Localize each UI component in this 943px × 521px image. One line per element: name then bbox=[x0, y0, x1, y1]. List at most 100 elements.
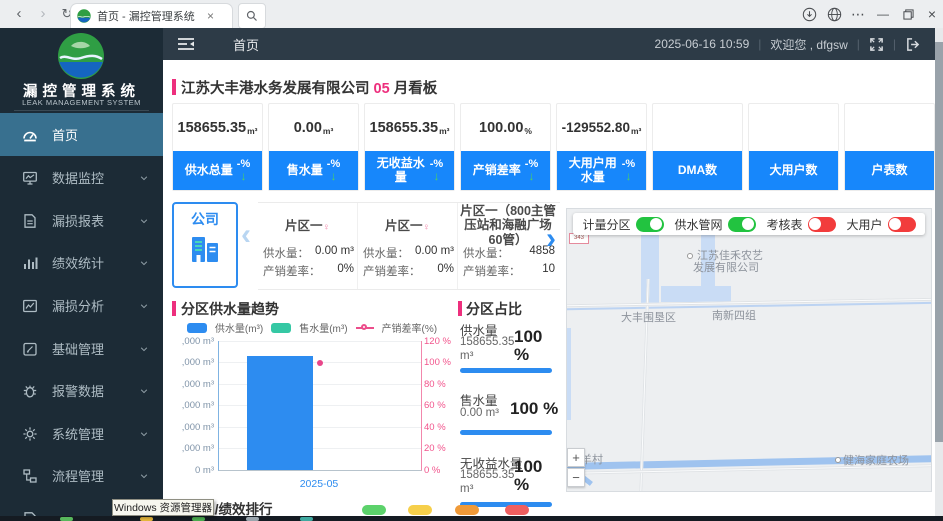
zone-supply-value: 0.00 m³ bbox=[315, 245, 354, 261]
download-icon[interactable] bbox=[797, 4, 821, 24]
taskbar-icon[interactable] bbox=[192, 517, 205, 521]
share-item-value: 158655.35 bbox=[460, 336, 514, 348]
sidebar-item-label: 报警数据 bbox=[52, 381, 104, 400]
kpi-unit: m³ bbox=[439, 126, 449, 136]
y-axis-tick: ,000 m³ bbox=[172, 422, 214, 433]
sidebar-item-label: 绩效统计 bbox=[52, 253, 104, 272]
carousel-prev-icon[interactable]: ‹ bbox=[241, 220, 251, 250]
zone-supply-label: 供水量： bbox=[463, 245, 509, 261]
zone-rate-label: 产销差率： bbox=[363, 263, 421, 279]
taskbar-icon[interactable] bbox=[300, 517, 313, 521]
kpi-card-big-user-count[interactable]: 大用户数 bbox=[748, 103, 839, 191]
y-axis-tick: ,000 m³ bbox=[172, 400, 214, 411]
topbar-page-tab[interactable]: 首页 bbox=[233, 35, 259, 54]
pin-icon: ♀ bbox=[323, 222, 331, 233]
kpi-card-supply-total[interactable]: 158655.35m³ 供水总量-%↓ bbox=[172, 103, 263, 191]
scrollbar-thumb[interactable] bbox=[935, 42, 943, 442]
sidebar-item-alarm-data[interactable]: 报警数据 bbox=[0, 369, 163, 412]
kpi-unit: % bbox=[524, 126, 532, 136]
sidebar-item-leak-analysis[interactable]: 漏损分析 bbox=[0, 284, 163, 327]
chevron-down-icon bbox=[139, 216, 149, 226]
company-card[interactable]: 公司 bbox=[172, 202, 238, 288]
zone-card[interactable]: 片区一（800主管压站和海融广场60管） 供水量：4858 产销差率：10 bbox=[458, 203, 558, 289]
sidebar-item-process-management[interactable]: 流程管理 bbox=[0, 454, 163, 497]
restore-icon[interactable] bbox=[896, 4, 920, 24]
sidebar-item-basic-management[interactable]: 基础管理 bbox=[0, 327, 163, 370]
carousel-next-icon[interactable]: › bbox=[546, 224, 556, 254]
zone-card[interactable]: 片区一♀ 供水量：0.00 m³ 产销差率：0% bbox=[358, 203, 458, 289]
zone-rate-value: 0% bbox=[437, 263, 454, 279]
zone-rate-label: 产销差率： bbox=[263, 263, 321, 279]
collapse-menu-icon[interactable] bbox=[177, 36, 195, 52]
toggle-assessment-meter[interactable]: 考核表 bbox=[766, 216, 835, 233]
toggle-switch-on[interactable] bbox=[636, 217, 664, 232]
browser-back-icon[interactable]: ‹ bbox=[8, 4, 30, 24]
legend-line-rate[interactable] bbox=[356, 327, 374, 329]
map-water bbox=[567, 328, 571, 420]
sidebar-item-data-monitor[interactable]: 数据监控 bbox=[0, 156, 163, 199]
kpi-card-sold[interactable]: 0.00m³ 售水量-%↓ bbox=[268, 103, 359, 191]
legend-swatch-sold[interactable] bbox=[271, 323, 291, 333]
x-axis-label: 2025-05 bbox=[269, 478, 369, 490]
kpi-card-big-user[interactable]: -129552.80m³ 大用户用水量-%↓ bbox=[556, 103, 647, 191]
globe-icon[interactable] bbox=[822, 4, 846, 24]
toggle-switch-on[interactable] bbox=[728, 217, 756, 232]
y2-axis-tick: 0 % bbox=[424, 465, 440, 476]
trend-bar-supply[interactable] bbox=[247, 356, 313, 470]
toggle-big-user[interactable]: 大用户 bbox=[846, 216, 915, 233]
page-scrollbar[interactable] bbox=[935, 28, 943, 521]
zone-title: 片区一 bbox=[285, 219, 323, 233]
trend-dot-rate[interactable] bbox=[317, 360, 323, 366]
kpi-card-nrw-rate[interactable]: 100.00% 产销差率-%↓ bbox=[460, 103, 551, 191]
fullscreen-icon[interactable] bbox=[869, 37, 884, 52]
building-icon bbox=[188, 233, 222, 265]
zone-supply-label: 供水量： bbox=[363, 245, 409, 261]
zone-card[interactable]: 片区一♀ 供水量：0.00 m³ 产销差率：0% bbox=[258, 203, 358, 289]
sidebar-item-system-management[interactable]: 系统管理 bbox=[0, 412, 163, 455]
taskbar[interactable] bbox=[0, 516, 943, 521]
browser-forward-icon[interactable]: › bbox=[32, 4, 54, 24]
minimize-icon[interactable]: — bbox=[871, 4, 895, 24]
map-place-label: 大丰围垦区 bbox=[621, 309, 676, 325]
sidebar-item-label: 基础管理 bbox=[52, 339, 104, 358]
taskbar-icon[interactable] bbox=[140, 517, 153, 521]
down-arrow-icon: ↓ bbox=[625, 169, 631, 183]
down-arrow-icon: ↓ bbox=[433, 169, 439, 183]
kpi-label: 大用户用水量 bbox=[568, 157, 618, 185]
toggle-switch-off[interactable] bbox=[888, 217, 916, 232]
y2-axis-tick: 60 % bbox=[424, 400, 446, 411]
kpi-row: 158655.35m³ 供水总量-%↓ 0.00m³ 售水量-%↓ 158655… bbox=[172, 103, 935, 191]
browser-tab[interactable]: 首页 - 漏控管理系统 × bbox=[70, 3, 233, 28]
taskbar-icon[interactable] bbox=[246, 517, 259, 521]
kpi-card-dma-count[interactable]: DMA数 bbox=[652, 103, 743, 191]
sidebar-item-home[interactable]: 首页 bbox=[0, 113, 163, 156]
close-icon[interactable]: × bbox=[920, 4, 943, 24]
logout-icon[interactable] bbox=[905, 37, 921, 52]
down-arrow-icon: ↓ bbox=[241, 169, 247, 183]
legend-swatch-supply[interactable] bbox=[187, 323, 207, 333]
map-panel[interactable]: 343 计量分区 供水管网 考核表 大用户 江苏佳禾农艺 发展有限公司 大丰围垦… bbox=[566, 208, 932, 492]
toggle-switch-off[interactable] bbox=[808, 217, 836, 232]
sidebar-item-performance-stats[interactable]: 绩效统计 bbox=[0, 241, 163, 284]
kpi-card-meter-count[interactable]: 户表数 bbox=[844, 103, 935, 191]
kpi-value: -129552.80 bbox=[562, 120, 630, 135]
kpi-value: 158655.35 bbox=[178, 120, 247, 136]
more-menu-icon[interactable]: ⋯ bbox=[846, 4, 870, 24]
sidebar-item-label: 漏损报表 bbox=[52, 211, 104, 230]
tab-close-icon[interactable]: × bbox=[207, 9, 214, 23]
share-item-percent: 100 % bbox=[510, 400, 556, 418]
map-zoom-in-button[interactable]: + bbox=[567, 448, 585, 467]
taskbar-tooltip: Windows 资源管理器 bbox=[112, 499, 214, 516]
toggle-metering-zone[interactable]: 计量分区 bbox=[582, 216, 663, 233]
toggle-label: 计量分区 bbox=[582, 216, 630, 233]
taskbar-icon[interactable] bbox=[60, 517, 73, 521]
kpi-label: 售水量 bbox=[287, 164, 323, 178]
map-zoom-out-button[interactable]: − bbox=[567, 468, 585, 487]
sidebar-item-leak-report[interactable]: 漏损报表 bbox=[0, 199, 163, 242]
grade-pill-orange bbox=[455, 505, 479, 515]
kpi-card-non-revenue[interactable]: 158655.35m³ 无收益水量-%↓ bbox=[364, 103, 455, 191]
toggle-pipe-network[interactable]: 供水管网 bbox=[674, 216, 755, 233]
sidebar-item-label: 系统管理 bbox=[52, 424, 104, 443]
document-icon bbox=[22, 213, 38, 229]
browser-search-button[interactable] bbox=[238, 3, 266, 29]
